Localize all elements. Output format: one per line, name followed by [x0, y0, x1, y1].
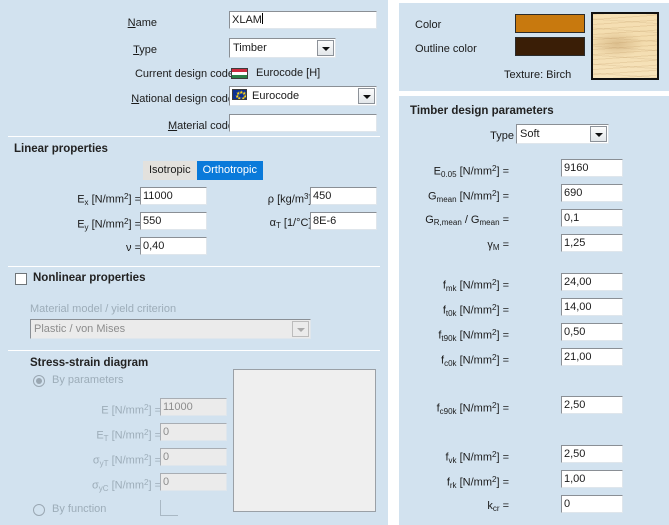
outline-color-label: Outline color — [415, 43, 477, 55]
type-label: Type — [133, 44, 157, 56]
timber-type-label: Type — [490, 130, 514, 142]
appearance-panel: Color Outline color Texture: Birch — [399, 3, 669, 91]
timber-param-label: Gmean [N/mm2] = — [427, 189, 509, 204]
e-modulus-label: E [N/mm2] = — [101, 403, 161, 417]
et-modulus-input[interactable]: 0 — [160, 423, 227, 441]
timber-param-input[interactable]: 24,00 — [561, 273, 623, 291]
by-function-label: By function — [52, 503, 107, 515]
ey-input[interactable]: 550 — [140, 212, 207, 230]
color-swatch[interactable] — [515, 14, 585, 33]
left-panel: Name XLAM Type Timber Current design cod… — [0, 0, 388, 525]
name-label: Name — [127, 17, 157, 29]
outline-color-swatch[interactable] — [515, 37, 585, 56]
timber-param-label: ft90k [N/mm2] = — [438, 328, 509, 343]
isotropy-toggle[interactable]: Isotropic Orthotropic — [143, 161, 263, 180]
nu-label: ν = — [126, 242, 141, 254]
material-model-label: Material model / yield criterion — [30, 303, 177, 315]
timber-param-label: E0.05 [N/mm2] = — [433, 164, 509, 179]
ex-input[interactable]: 11000 — [140, 187, 207, 205]
timber-param-label: kcr = — [487, 500, 509, 514]
e-modulus-input[interactable]: 11000 — [160, 398, 227, 416]
material-properties-dialog: Name XLAM Type Timber Current design cod… — [0, 0, 669, 525]
material-model-combo[interactable]: Plastic / von Mises — [30, 319, 311, 339]
timber-param-input[interactable]: 2,50 — [561, 445, 623, 463]
timber-param-label: GR,mean / Gmean = — [425, 214, 509, 228]
texture-label: Texture: Birch — [504, 69, 572, 81]
by-parameters-radio[interactable] — [33, 375, 45, 387]
current-design-code-value: Eurocode [H] — [256, 67, 321, 79]
timber-param-input[interactable]: 2,50 — [561, 396, 623, 414]
national-design-code-combo[interactable]: Eurocode — [229, 86, 377, 106]
function-editor-button[interactable] — [160, 500, 178, 516]
timber-param-input[interactable]: 1,25 — [561, 234, 623, 252]
ex-label: Ex [N/mm2] = — [77, 192, 141, 207]
national-design-code-label: National design code — [131, 93, 234, 105]
timber-param-label: ft0k [N/mm2] = — [442, 303, 509, 318]
by-function-radio[interactable] — [33, 504, 45, 516]
timber-param-label: fvk [N/mm2] = — [445, 450, 509, 465]
timber-param-label: fc0k [N/mm2] = — [441, 353, 509, 368]
timber-param-input[interactable]: 1,00 — [561, 470, 623, 488]
by-parameters-label: By parameters — [52, 374, 124, 386]
color-label: Color — [415, 19, 442, 31]
sigma-yc-input[interactable]: 0 — [160, 473, 227, 491]
alpha-t-input[interactable]: 8E-6 — [310, 212, 377, 230]
sigma-yt-label: σyT [N/mm2] = — [92, 453, 161, 468]
texture-preview[interactable] — [591, 12, 659, 80]
timber-param-label: fc90k [N/mm2] = — [436, 401, 509, 416]
timber-design-parameters-panel: Timber design parameters Type Soft E0.05… — [399, 96, 669, 525]
name-input[interactable]: XLAM — [229, 11, 377, 29]
eu-flag-icon: ★★ ★★ ★★ ★ — [232, 89, 247, 100]
linear-properties-title: Linear properties — [14, 143, 108, 155]
material-code-input[interactable] — [229, 114, 377, 132]
rho-input[interactable]: 450 — [310, 187, 377, 205]
timber-type-combo[interactable]: Soft — [516, 124, 609, 144]
nonlinear-properties-title: Nonlinear properties — [33, 272, 146, 284]
ey-label: Ey [N/mm2] = — [77, 217, 141, 232]
timber-param-label: fmk [N/mm2] = — [442, 278, 509, 293]
chevron-down-icon[interactable] — [292, 321, 309, 337]
timber-param-input[interactable]: 0 — [561, 495, 623, 513]
material-code-label: Material code — [167, 120, 234, 132]
timber-param-input[interactable]: 0,1 — [561, 209, 623, 227]
timber-param-input[interactable]: 14,00 — [561, 298, 623, 316]
timber-param-input[interactable]: 21,00 — [561, 348, 623, 366]
chevron-down-icon[interactable] — [317, 40, 334, 56]
orthotropic-option[interactable]: Orthotropic — [196, 161, 263, 180]
chevron-down-icon[interactable] — [358, 88, 375, 104]
timber-param-input[interactable]: 9160 — [561, 159, 623, 177]
sigma-yc-label: σyC [N/mm2] = — [91, 478, 161, 493]
sigma-yt-input[interactable]: 0 — [160, 448, 227, 466]
stress-strain-title: Stress-strain diagram — [30, 357, 149, 369]
chevron-down-icon[interactable] — [590, 126, 607, 142]
timber-parameters-title: Timber design parameters — [410, 105, 554, 117]
timber-param-input[interactable]: 690 — [561, 184, 623, 202]
hungary-flag-icon — [231, 68, 248, 79]
timber-param-input[interactable]: 0,50 — [561, 323, 623, 341]
type-combo[interactable]: Timber — [229, 38, 336, 58]
nu-input[interactable]: 0,40 — [140, 237, 207, 255]
stress-strain-plot — [233, 369, 376, 512]
timber-param-label: frk [N/mm2] = — [446, 475, 509, 490]
current-design-code-label: Current design code — [134, 68, 234, 80]
nonlinear-properties-checkbox[interactable] — [15, 273, 27, 285]
timber-param-label: γM = — [487, 239, 509, 253]
isotropic-option[interactable]: Isotropic — [143, 161, 197, 180]
et-modulus-label: ET [N/mm2] = — [96, 428, 161, 443]
